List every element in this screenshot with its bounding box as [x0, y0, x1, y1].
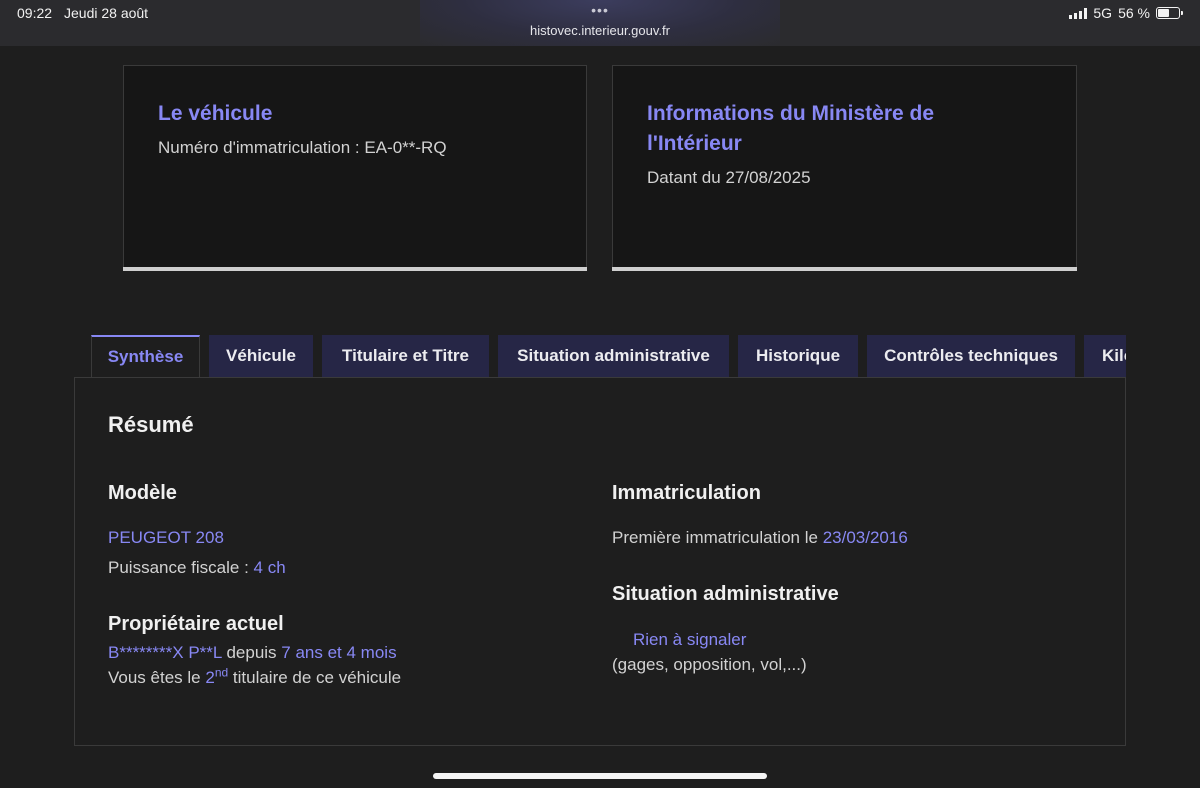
more-options-icon[interactable]: •••	[420, 2, 780, 18]
model-name: PEUGEOT 208	[108, 528, 224, 547]
tab-vehicule[interactable]: Véhicule	[209, 335, 313, 377]
signal-icon	[1069, 7, 1088, 19]
status-date: Jeudi 28 août	[64, 5, 149, 21]
ministry-date: Datant du 27/08/2025	[647, 168, 811, 187]
fiscal-power-label: Puissance fiscale :	[108, 558, 254, 577]
model-heading: Modèle	[108, 482, 177, 504]
owner-since-value: 7 ans et 4 mois	[281, 643, 397, 662]
owner-line: B********X P**L depuis 7 ans et 4 mois	[108, 643, 397, 663]
fiscal-power: Puissance fiscale : 4 ch	[108, 558, 286, 578]
admin-note: (gages, opposition, vol,...)	[612, 655, 807, 674]
tab-bar: Synthèse Véhicule Titulaire et Titre Sit…	[91, 335, 1126, 377]
vehicle-card: Le véhicule Numéro d'immatriculation : E…	[123, 65, 587, 271]
summary-heading: Résumé	[108, 412, 194, 437]
tab-synthese[interactable]: Synthèse	[91, 335, 200, 377]
tab-kilometrage[interactable]: Kilométrage	[1084, 335, 1126, 377]
status-indicators: 5G 56 %	[1069, 5, 1183, 21]
owner-rank-sup: nd	[214, 665, 229, 680]
status-bar: 09:22 Jeudi 28 août ••• histovec.interie…	[0, 0, 1200, 46]
url-text[interactable]: histovec.interieur.gouv.fr	[420, 23, 780, 38]
owner-rank-suffix: titulaire de ce véhicule	[228, 668, 402, 687]
network-label: 5G	[1093, 5, 1113, 21]
owner-rank: Vous êtes le 2nd titulaire de ce véhicul…	[108, 665, 402, 688]
owner-since-label: depuis	[221, 643, 282, 662]
owner-rank-prefix: Vous êtes le	[108, 668, 206, 687]
address-bar[interactable]: ••• histovec.interieur.gouv.fr	[420, 0, 780, 46]
fiscal-power-value: 4 ch	[253, 558, 286, 577]
battery-icon	[1156, 7, 1183, 19]
tab-controles-techniques[interactable]: Contrôles techniques	[867, 335, 1075, 377]
plate-number: Numéro d'immatriculation : EA-0**-RQ	[158, 138, 447, 157]
vehicle-card-title: Le véhicule	[158, 102, 273, 125]
owner-rank-value: 2	[205, 668, 215, 687]
ministry-card-title: Informations du Ministère de l'Intérieur	[647, 102, 935, 155]
first-registration-date: 23/03/2016	[822, 528, 908, 547]
ministry-card: Informations du Ministère de l'Intérieur…	[612, 65, 1077, 271]
admin-heading: Situation administrative	[612, 583, 839, 605]
tab-situation-administrative[interactable]: Situation administrative	[498, 335, 729, 377]
admin-status: Rien à signaler	[633, 630, 747, 649]
first-registration: Première immatriculation le 23/03/2016	[612, 528, 908, 548]
tab-historique[interactable]: Historique	[738, 335, 858, 377]
first-registration-label: Première immatriculation le	[612, 528, 823, 547]
home-indicator[interactable]	[433, 773, 767, 779]
tab-titulaire-titre[interactable]: Titulaire et Titre	[322, 335, 489, 377]
status-time: 09:22	[17, 5, 53, 21]
owner-heading: Propriétaire actuel	[108, 613, 284, 635]
owner-name: B********X P**L	[108, 643, 222, 662]
registration-heading: Immatriculation	[612, 482, 761, 504]
battery-label: 56 %	[1118, 5, 1150, 21]
